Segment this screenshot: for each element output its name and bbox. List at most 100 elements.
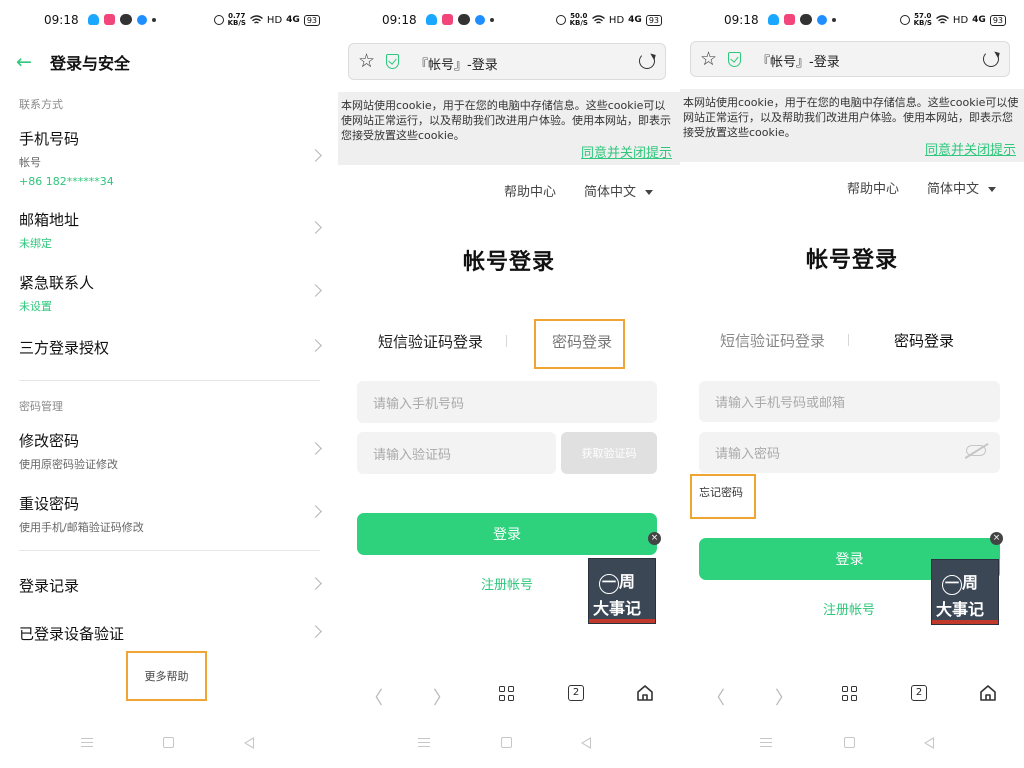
home-nav-icon[interactable] [163, 737, 174, 748]
tab-sms-login[interactable]: 短信验证码登录 [378, 331, 483, 352]
system-nav-bar [338, 737, 680, 754]
star-icon[interactable]: ☆ [700, 49, 717, 69]
phone-sub: 帐号 [19, 156, 41, 169]
qq-icon [768, 14, 779, 25]
tab-separator [848, 334, 849, 346]
change-password-item[interactable]: 修改密码 使用原密码验证修改 [19, 430, 322, 472]
status-right: 0.77 KB/S HD 4G 93 [213, 13, 320, 27]
change-password-sub: 使用原密码验证修改 [19, 458, 118, 471]
video-app-icon [104, 14, 115, 25]
grid-icon[interactable] [499, 686, 514, 701]
reload-icon[interactable] [639, 53, 655, 69]
browser-app-icon [137, 14, 147, 25]
cookie-banner: 本网站使用cookie，用于在您的电脑中存储信息。这些cookie可以使网站正常… [680, 89, 1024, 162]
promo-bar [932, 620, 998, 624]
back-nav-icon[interactable] [924, 737, 934, 749]
back-icon[interactable]: 〈 [707, 684, 725, 710]
status-time: 09:18 [724, 13, 759, 27]
tabs-icon[interactable]: 2 [911, 685, 927, 701]
email-value: 未绑定 [19, 237, 52, 250]
recent-apps-icon[interactable] [81, 738, 93, 747]
change-password-title: 修改密码 [19, 432, 80, 450]
forward-icon[interactable]: 〉 [433, 684, 451, 710]
language-label: 简体中文 [927, 182, 980, 197]
thirdparty-item[interactable]: 三方登录授权 [19, 337, 322, 358]
language-select[interactable]: 简体中文 [927, 178, 997, 197]
url-title[interactable]: 『帐号』-登录 [757, 51, 840, 70]
shield-icon [386, 54, 399, 69]
notification-icons [768, 14, 836, 25]
close-icon[interactable]: × [990, 532, 1003, 545]
browser-toolbar: 〈 〉 2 [338, 682, 680, 709]
settings-header: ← 登录与安全 [16, 50, 130, 74]
shield-icon [728, 52, 741, 67]
help-center-link[interactable]: 帮助中心 [847, 178, 899, 197]
back-arrow-icon[interactable]: ← [16, 51, 50, 73]
tab-separator [506, 335, 507, 347]
password-placeholder: 请输入密码 [715, 447, 781, 462]
cookie-accept-link[interactable]: 同意并关闭提示 [581, 142, 672, 161]
battery-icon: 93 [645, 14, 662, 26]
qq-icon [426, 14, 437, 25]
tab-sms-login[interactable]: 短信验证码登录 [720, 330, 825, 351]
signal-icon: 4G [286, 15, 300, 25]
divider [19, 380, 320, 381]
wifi-icon [591, 15, 605, 24]
system-nav-bar [680, 737, 1024, 754]
home-nav-icon[interactable] [844, 737, 855, 748]
reload-icon[interactable] [983, 51, 999, 67]
back-icon[interactable]: 〈 [365, 684, 383, 710]
home-icon[interactable] [636, 684, 654, 702]
signal-icon: 4G [972, 15, 986, 25]
wechat-icon [458, 14, 470, 25]
star-icon[interactable]: ☆ [358, 51, 375, 71]
cookie-text: 本网站使用cookie，用于在您的电脑中存储信息。这些cookie可以使网站正常… [683, 96, 1019, 139]
language-select[interactable]: 简体中文 [584, 181, 654, 200]
recent-apps-icon[interactable] [418, 738, 430, 747]
address-bar[interactable]: ☆ 『帐号』-登录 [348, 43, 666, 80]
email-item[interactable]: 邮箱地址 未绑定 [19, 209, 322, 251]
forward-icon[interactable]: 〉 [775, 684, 793, 710]
reset-password-item[interactable]: 重设密码 使用手机/邮箱验证码修改 [19, 493, 322, 535]
account-input[interactable]: 请输入手机号码或邮箱 [699, 381, 1000, 422]
back-nav-icon[interactable] [244, 737, 254, 749]
emergency-item[interactable]: 紧急联系人 未设置 [19, 272, 322, 314]
eye-off-icon[interactable] [966, 445, 986, 456]
address-bar[interactable]: ☆ 『帐号』-登录 [690, 41, 1010, 77]
cookie-accept-link[interactable]: 同意并关闭提示 [925, 139, 1016, 158]
caret-down-icon [645, 190, 654, 195]
promo-char: 大 [593, 599, 610, 618]
devices-item[interactable]: 已登录设备验证 [19, 623, 322, 644]
recent-apps-icon[interactable] [760, 738, 772, 747]
url-title[interactable]: 『帐号』-登录 [415, 54, 498, 73]
reset-password-sub: 使用手机/邮箱验证码修改 [19, 521, 144, 534]
emergency-title: 紧急联系人 [19, 274, 95, 292]
phone-input[interactable]: 请输入手机号码 [357, 381, 657, 423]
forgot-password-link[interactable]: 忘记密码 [699, 484, 743, 500]
login-button[interactable]: 登录 [357, 513, 657, 555]
home-nav-icon[interactable] [501, 737, 512, 748]
status-time: 09:18 [44, 13, 79, 27]
status-time: 09:18 [382, 13, 417, 27]
tab-password-login[interactable]: 密码登录 [894, 330, 954, 351]
get-code-button[interactable]: 获取验证码 [561, 432, 657, 474]
back-nav-icon[interactable] [581, 737, 591, 749]
register-link[interactable]: 注册帐号 [457, 574, 557, 593]
cookie-banner: 本网站使用cookie，用于在您的电脑中存储信息。这些cookie可以使网站正常… [338, 92, 680, 165]
help-center-link[interactable]: 帮助中心 [504, 181, 556, 200]
password-input[interactable]: 请输入密码 [699, 432, 1000, 473]
promo-weekly-events[interactable]: 一周 大事记 [588, 558, 656, 624]
grid-icon[interactable] [842, 686, 857, 701]
register-link[interactable]: 注册帐号 [799, 599, 899, 618]
code-input[interactable]: 请输入验证码 [357, 432, 556, 474]
promo-char: 记 [625, 599, 642, 618]
login-records-item[interactable]: 登录记录 [19, 575, 322, 596]
hd-label: HD [266, 14, 283, 26]
more-help-link[interactable]: 更多帮助 [126, 651, 207, 701]
phone-item[interactable]: 手机号码 帐号 +86 182******34 [19, 128, 322, 188]
home-icon[interactable] [979, 684, 997, 702]
close-icon[interactable]: × [648, 532, 661, 545]
wechat-icon [800, 14, 812, 25]
promo-weekly-events[interactable]: 一周 大事记 [931, 559, 999, 625]
tabs-icon[interactable]: 2 [568, 685, 584, 701]
